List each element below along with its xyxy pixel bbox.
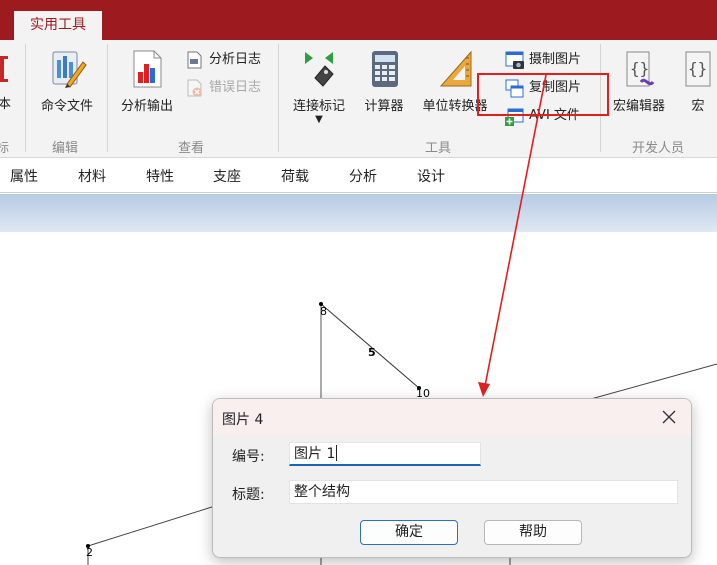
ribbon: 文本 标 命令文件 编辑 分析输出 分析日志 (0, 40, 717, 158)
macro-editor-icon: {} (626, 51, 655, 87)
menu-specifications[interactable]: 特性 (146, 166, 174, 186)
calculator-icon (372, 51, 398, 87)
number-field-value: 图片 1 (294, 446, 336, 462)
capture-image-label: 摄制图片 (529, 52, 582, 67)
error-log-icon (187, 79, 202, 97)
group-label-view: 查看 (178, 141, 205, 156)
macro-editor-button[interactable]: {} 宏编辑器 (606, 48, 672, 114)
command-file-label: 命令文件 (40, 99, 93, 114)
connection-markers-label: 连接标记 (292, 99, 345, 114)
group-separator (278, 44, 279, 152)
menu-properties[interactable]: 属性 (10, 166, 38, 186)
svg-text:{}: {} (688, 59, 707, 78)
group-separator (107, 44, 108, 152)
connection-markers-icon (305, 52, 334, 87)
macro-button[interactable]: {} 宏 (680, 48, 716, 114)
group-label-partial: 标 (0, 141, 10, 156)
close-icon (662, 410, 676, 424)
calculator-button[interactable]: 计算器 (358, 48, 410, 114)
tab-utility-tools[interactable]: 实用工具 (14, 11, 102, 40)
set-square-ruler-icon (439, 50, 472, 87)
ok-button[interactable]: 确定 (360, 520, 458, 545)
bar-chart-document-icon (133, 50, 162, 88)
capture-image-highlight (477, 73, 609, 116)
text-cursor (336, 445, 338, 461)
menu-supports[interactable]: 支座 (213, 166, 241, 186)
analysis-output-button[interactable]: 分析输出 (114, 48, 180, 114)
camera-window-icon (505, 51, 524, 69)
macro-label: 宏 (691, 99, 705, 114)
analysis-log-label: 分析日志 (209, 52, 262, 67)
analysis-output-label: 分析输出 (120, 99, 173, 114)
menu-loads[interactable]: 荷载 (281, 166, 309, 186)
viewport-header (0, 194, 717, 232)
menu-materials[interactable]: 材料 (78, 166, 106, 186)
help-button[interactable]: 帮助 (484, 520, 582, 545)
chevron-down-icon: ▼ (315, 114, 323, 125)
number-label: 编号: (232, 449, 265, 465)
title-tab-bar: 实用工具 (0, 0, 717, 40)
command-file-icon (52, 51, 87, 88)
dialog-close-button[interactable] (647, 399, 691, 435)
image-dialog: 图片 4 编号: 图片 1 标题: 整个结构 确定 帮助 (212, 398, 692, 558)
connection-markers-button[interactable]: 连接标记 ▼ (286, 48, 352, 125)
caption-field-value: 整个结构 (294, 484, 350, 500)
partial-text-label: 文本 (0, 97, 11, 112)
group-label-developer: 开发人员 (632, 141, 685, 156)
macro-editor-label: 宏编辑器 (612, 99, 665, 114)
group-label-tools: 工具 (425, 141, 452, 156)
text-icon (0, 56, 8, 82)
menu-design[interactable]: 设计 (417, 166, 445, 186)
dialog-titlebar: 图片 4 (213, 399, 691, 435)
group-label-edit: 编辑 (52, 141, 79, 156)
macro-icon: {} (685, 51, 711, 87)
error-log-label: 错误日志 (209, 80, 262, 95)
caption-field[interactable]: 整个结构 (289, 480, 678, 504)
log-file-icon (187, 51, 202, 69)
command-file-button[interactable]: 命令文件 (33, 48, 101, 114)
svg-text:{}: {} (630, 59, 649, 78)
number-field[interactable]: 图片 1 (289, 442, 481, 466)
menu-bar: 属性 材料 特性 支座 荷载 分析 设计 (0, 158, 717, 193)
partial-text-button[interactable]: 文本 (0, 48, 20, 112)
group-separator (25, 44, 26, 152)
calculator-label: 计算器 (364, 99, 404, 114)
caption-label: 标题: (232, 487, 265, 503)
dialog-title: 图片 4 (222, 412, 264, 428)
menu-analysis[interactable]: 分析 (349, 166, 377, 186)
